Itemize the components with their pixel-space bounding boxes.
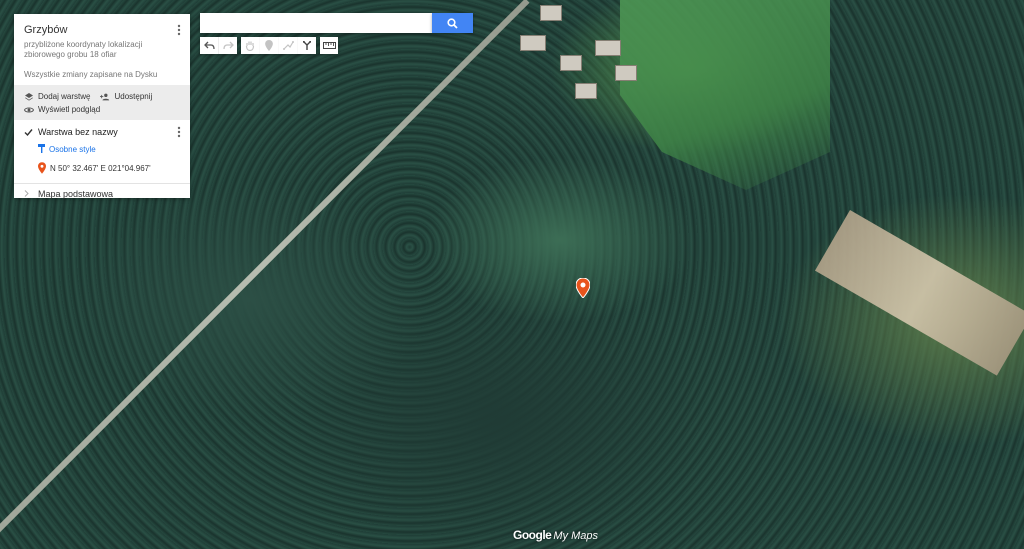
add-marker-icon	[265, 40, 273, 51]
satellite-building	[595, 40, 621, 56]
search-icon	[447, 17, 458, 29]
more-vert-icon	[177, 24, 181, 36]
layer-name[interactable]: Warstwa bez nazwy	[38, 127, 118, 137]
layer-options-button[interactable]	[176, 126, 182, 138]
undo-icon	[203, 41, 215, 50]
satellite-building	[560, 55, 582, 71]
undo-button[interactable]	[200, 37, 219, 54]
hand-icon	[245, 41, 255, 51]
directions-button[interactable]	[298, 37, 316, 54]
share-label: Udostępnij	[114, 92, 153, 101]
map-title[interactable]: Grzybów	[24, 24, 180, 36]
add-marker-button[interactable]	[260, 37, 279, 54]
map-marker[interactable]	[575, 277, 591, 299]
more-vert-icon	[177, 126, 181, 138]
pan-tool-button[interactable]	[241, 37, 260, 54]
watermark-mymaps: My Maps	[553, 530, 598, 542]
map-sidebar-panel: Grzybów przybliżone koordynaty lokalizac…	[14, 14, 190, 199]
person-add-icon	[100, 92, 110, 102]
satellite-field	[815, 210, 1024, 376]
search-input[interactable]	[200, 13, 432, 33]
satellite-village	[520, 5, 650, 115]
preview-label: Wyświetl podgląd	[38, 105, 101, 114]
checkmark-icon	[24, 129, 33, 137]
eye-icon	[24, 105, 34, 115]
share-button[interactable]: Udostępnij	[100, 90, 152, 103]
layer-visibility-checkbox[interactable]	[24, 128, 33, 137]
draw-tool-group	[241, 37, 316, 54]
add-layer-label: Dodaj warstwę	[38, 92, 91, 101]
base-map-toggle[interactable]: Mapa podstawowa	[14, 184, 190, 204]
satellite-building	[520, 35, 546, 51]
map-toolbar	[200, 37, 342, 54]
styles-link-label: Osobne style	[49, 144, 96, 154]
panel-actions: Dodaj warstwę Udostępnij Wyświetl podglą…	[14, 85, 190, 120]
draw-line-button[interactable]	[279, 37, 298, 54]
satellite-building	[615, 65, 637, 81]
layer-styles-link[interactable]: Osobne style	[38, 144, 180, 154]
google-my-maps-watermark: Google My Maps	[513, 528, 598, 542]
satellite-building	[575, 83, 597, 99]
draw-line-icon	[282, 41, 294, 50]
directions-icon	[303, 41, 311, 50]
satellite-building	[540, 5, 562, 21]
search-button[interactable]	[432, 13, 473, 33]
satellite-meadow	[620, 0, 830, 190]
measure-button[interactable]	[320, 37, 338, 54]
watermark-google: Google	[513, 528, 552, 542]
add-layer-button[interactable]: Dodaj warstwę	[24, 90, 90, 103]
map-options-button[interactable]	[176, 24, 182, 36]
feature-item[interactable]: N 50° 32.467' E 021°04.967'	[38, 162, 180, 174]
history-tool-group	[200, 37, 237, 54]
measure-tool-group	[320, 37, 338, 54]
map-pin-icon	[575, 277, 591, 299]
redo-icon	[222, 41, 234, 50]
layers-icon	[24, 92, 34, 102]
map-description[interactable]: przybliżone koordynaty lokalizacji zbior…	[24, 40, 174, 60]
ruler-icon	[322, 42, 336, 49]
layer-item: Warstwa bez nazwy Osobne style N 50° 32.…	[14, 120, 190, 184]
feature-name: N 50° 32.467' E 021°04.967'	[50, 163, 151, 173]
paint-roller-icon	[38, 144, 46, 154]
redo-button[interactable]	[219, 37, 237, 54]
chevron-right-icon	[24, 189, 30, 199]
map-canvas[interactable]: Grzybów przybliżone koordynaty lokalizac…	[0, 0, 1024, 549]
save-status: Wszystkie zmiany zapisane na Dysku	[24, 70, 158, 79]
base-map-label: Mapa podstawowa	[38, 189, 114, 199]
preview-button[interactable]: Wyświetl podgląd	[24, 103, 100, 116]
map-pin-icon	[38, 162, 46, 174]
panel-header: Grzybów przybliżone koordynaty lokalizac…	[14, 14, 190, 85]
